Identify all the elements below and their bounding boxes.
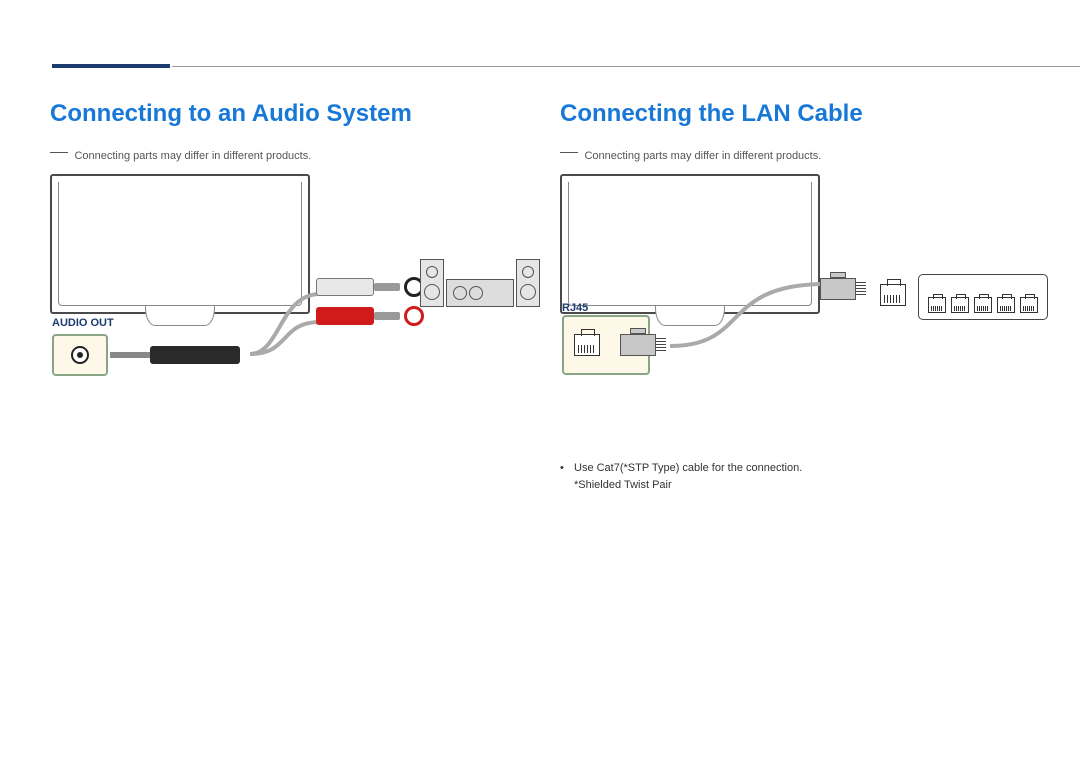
lan-cable-spec-note: Use Cat7(*STP Type) cable for the connec… [560,460,1030,493]
header-accent-bar [52,64,170,68]
rj45-label: RJ45 [562,302,588,314]
stereo-system-icon [420,259,540,339]
switch-port-icon [951,297,969,313]
display-stand-icon [145,306,215,326]
stereo-deck-icon [446,279,514,307]
audio-out-port-icon [52,334,108,376]
lan-note-text: Connecting parts may differ in different… [584,150,821,162]
lan-bullet-line2: *Shielded Twist Pair [574,479,672,491]
rca-red-plug-icon [316,304,426,328]
audio-note: Connecting parts may differ in different… [50,146,520,164]
ethernet-plug-right-icon [820,276,868,302]
switch-port-icon [997,297,1015,313]
audio-diagram: AUDIO OUT [50,164,520,404]
speaker-right-icon [516,259,540,307]
audio-section-title: Connecting to an Audio System [50,100,520,128]
lan-section: Connecting the LAN Cable Connecting part… [560,100,1030,493]
audio-jack-icon [71,346,89,364]
audio-out-label: AUDIO OUT [52,317,114,329]
rca-white-plug-icon [316,275,426,299]
speaker-left-icon [420,259,444,307]
note-dash-icon [50,152,68,153]
rj45-port-icon [574,334,600,356]
lan-diagram: RJ45 [560,164,1030,404]
audio-note-text: Connecting parts may differ in different… [74,150,311,162]
network-switch-icon [918,274,1048,320]
lan-section-title: Connecting the LAN Cable [560,100,1030,128]
audio-section: Connecting to an Audio System Connecting… [50,100,520,493]
lan-bullet-line1: Use Cat7(*STP Type) cable for the connec… [574,462,802,474]
page-columns: Connecting to an Audio System Connecting… [50,100,1030,493]
header-rule [172,66,1080,67]
switch-port-icon [974,297,992,313]
switch-port-icon [928,297,946,313]
note-dash-icon [560,152,578,153]
lan-note: Connecting parts may differ in different… [560,146,1030,164]
audio-y-cable-icon [220,284,400,404]
switch-port-icon [1020,297,1038,313]
rj45-inline-port-icon [880,284,906,306]
